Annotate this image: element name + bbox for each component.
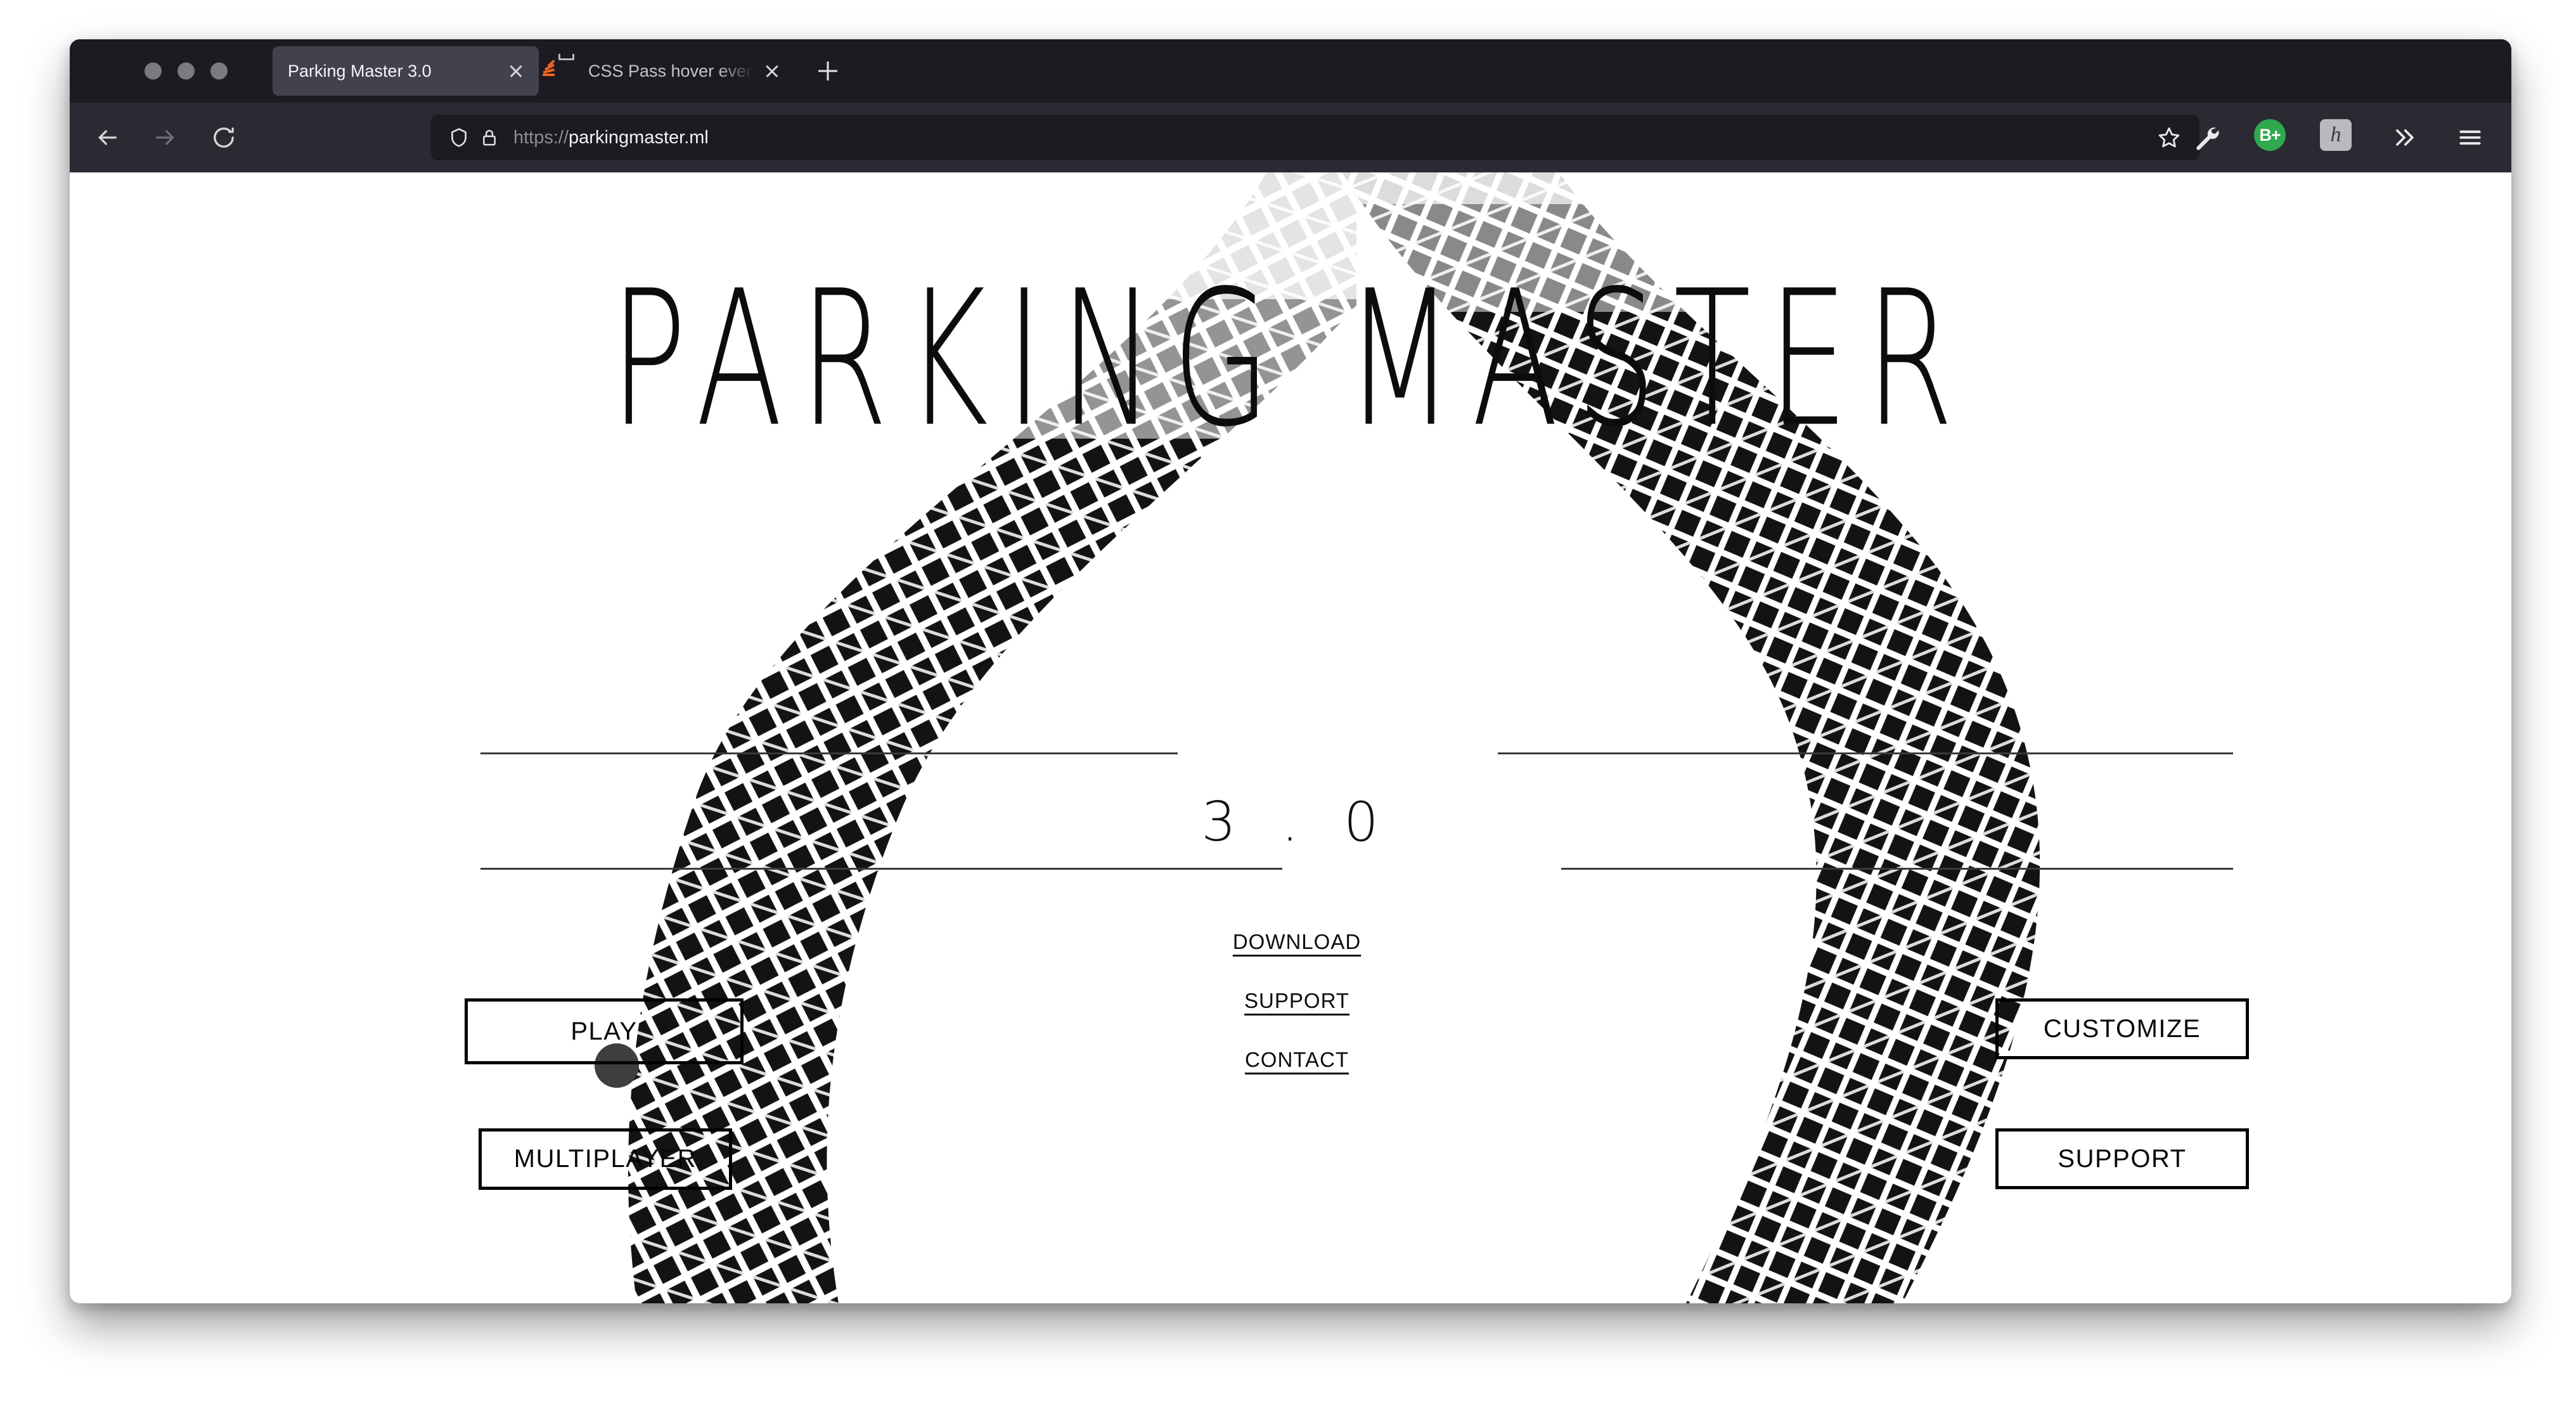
divider-right: [1498, 752, 2233, 754]
play-button[interactable]: PLAY: [465, 998, 744, 1064]
tab-css-pass-hover[interactable]: CSS Pass hover event from one e: [541, 46, 795, 96]
bitwarden-badge-label: B+: [2254, 119, 2286, 151]
page-title: PARKING MASTER: [610, 250, 1971, 468]
url-text: https://parkingmaster.ml: [513, 127, 709, 148]
page-viewport: PARKING MASTER 3 . 0 DOWNLOAD SUPPORT CO…: [70, 172, 2511, 1303]
close-icon[interactable]: [758, 57, 786, 85]
close-window-button[interactable]: [145, 62, 162, 80]
maximize-window-button[interactable]: [210, 62, 228, 80]
stackoverflow-icon: [543, 54, 577, 81]
forward-icon[interactable]: [145, 117, 186, 158]
tab-title: CSS Pass hover event from one e: [588, 61, 754, 81]
minimize-window-button[interactable]: [177, 62, 195, 80]
customize-button[interactable]: CUSTOMIZE: [1995, 998, 2249, 1059]
shield-icon[interactable]: [444, 122, 474, 153]
extensions-area: B+ h: [2188, 119, 2489, 156]
address-bar[interactable]: https://parkingmaster.ml: [431, 115, 2199, 160]
lock-icon[interactable]: [474, 122, 505, 153]
support-button[interactable]: SUPPORT: [1995, 1128, 2249, 1189]
window-controls: [145, 62, 228, 80]
link-download[interactable]: DOWNLOAD: [76, 930, 2511, 954]
tab-list: Parking Master 3.0 CSS Pass hover event …: [273, 39, 846, 103]
back-icon[interactable]: [86, 117, 128, 158]
url-host: parkingmaster.ml: [569, 127, 709, 148]
divider-left: [480, 868, 1282, 870]
tab-title: Parking Master 3.0: [288, 61, 432, 81]
honey-icon[interactable]: h: [2320, 119, 2357, 156]
tab-strip: Parking Master 3.0 CSS Pass hover event …: [70, 39, 2511, 103]
browser-window: Parking Master 3.0 CSS Pass hover event …: [70, 39, 2511, 1303]
overflow-chevrons-icon[interactable]: [2386, 119, 2423, 156]
divider-left: [480, 752, 1178, 754]
tab-parking-master[interactable]: Parking Master 3.0: [273, 46, 539, 96]
navigation-toolbar: https://parkingmaster.ml B+ h: [70, 103, 2511, 172]
version-label: 3 . 0: [1201, 790, 1393, 854]
url-scheme: https://: [513, 127, 569, 148]
divider-right: [1561, 868, 2233, 870]
honey-badge-label: h: [2320, 119, 2352, 151]
close-icon[interactable]: [502, 57, 530, 85]
star-icon[interactable]: [2151, 120, 2187, 155]
wrench-icon[interactable]: [2188, 119, 2225, 156]
multiplayer-button[interactable]: MULTIPLAYER: [479, 1128, 732, 1190]
divider-row-top: [70, 752, 2511, 755]
new-tab-icon[interactable]: [810, 53, 846, 89]
reload-icon[interactable]: [203, 117, 245, 158]
bitwarden-icon[interactable]: B+: [2254, 119, 2291, 156]
divider-row-bottom: [70, 868, 2511, 870]
app-menu-icon[interactable]: [2452, 119, 2489, 156]
